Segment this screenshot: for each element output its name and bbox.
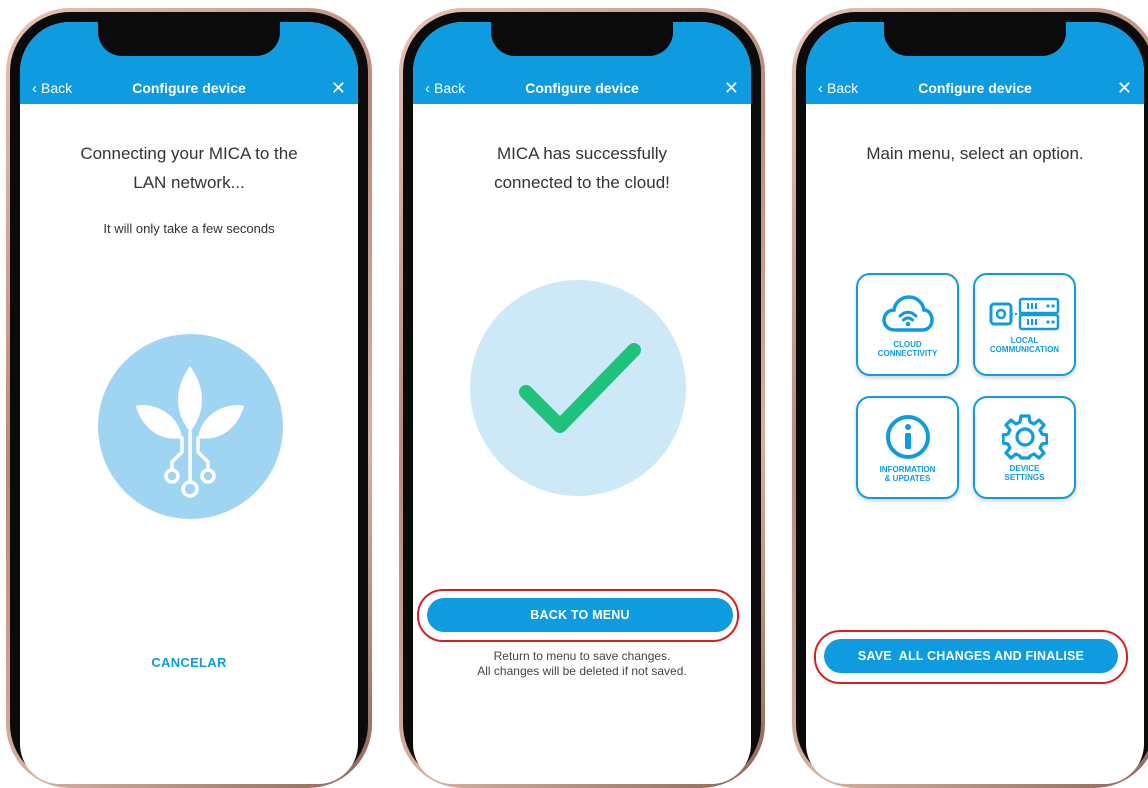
tile-device-settings[interactable]: DEVICE SETTINGS: [973, 396, 1076, 499]
menu-heading: Main menu, select an option.: [866, 144, 1084, 163]
phone-notch: [884, 22, 1066, 56]
tile-label: DEVICE SETTINGS: [1004, 463, 1045, 482]
plant-circuit-icon: [98, 334, 283, 519]
tile-local-communication[interactable]: LOCAL COMMUNICATION: [973, 273, 1076, 376]
app-bar-title: Configure device: [525, 80, 639, 96]
success-heading: MICA has successfully connected to the c…: [494, 144, 670, 192]
close-icon[interactable]: ✕: [1117, 79, 1132, 97]
screen-success: ‹ Back Configure device ✕ MICA has succe…: [413, 22, 751, 784]
back-to-menu-button[interactable]: BACK TO MENU: [427, 598, 733, 632]
status-subtitle: It will only take a few seconds: [103, 221, 275, 236]
app-bar-title: Configure device: [918, 80, 1032, 96]
screen-connecting: ‹ Back Configure device ✕ Connecting you…: [20, 22, 358, 784]
tile-label: INFORMATION & UPDATES: [879, 464, 936, 483]
save-warning-note: Return to menu to save changes. All chan…: [477, 649, 687, 678]
app-bar-title: Configure device: [132, 80, 246, 96]
gear-icon: [1001, 413, 1048, 460]
status-heading: Connecting your MICA to the LAN network.…: [80, 144, 298, 192]
server-connection-icon: [989, 297, 1059, 330]
cloud-wifi-icon: [881, 294, 934, 332]
phone-frame-success: ‹ Back Configure device ✕ MICA has succe…: [399, 8, 765, 788]
screen-main-menu: ‹ Back Configure device ✕ Main menu, sel…: [806, 22, 1144, 784]
phone-notch: [491, 22, 673, 56]
checkmark-icon: [470, 280, 686, 496]
phone-notch: [98, 22, 280, 56]
cancel-button[interactable]: CANCELAR: [20, 655, 358, 670]
phone-frame-connecting: ‹ Back Configure device ✕ Connecting you…: [6, 8, 372, 788]
close-icon[interactable]: ✕: [331, 79, 346, 97]
tile-information-updates[interactable]: INFORMATION & UPDATES: [856, 396, 959, 499]
phone-frame-main-menu: ‹ Back Configure device ✕ Main menu, sel…: [792, 8, 1148, 788]
tile-label: CLOUD CONNECTIVITY: [877, 339, 938, 358]
info-icon: [885, 414, 930, 459]
tile-label: LOCAL COMMUNICATION: [989, 335, 1060, 354]
close-icon[interactable]: ✕: [724, 79, 739, 97]
save-and-finalise-button[interactable]: SAVE ALL CHANGES AND FINALISE: [824, 639, 1118, 673]
tile-cloud-connectivity[interactable]: CLOUD CONNECTIVITY: [856, 273, 959, 376]
